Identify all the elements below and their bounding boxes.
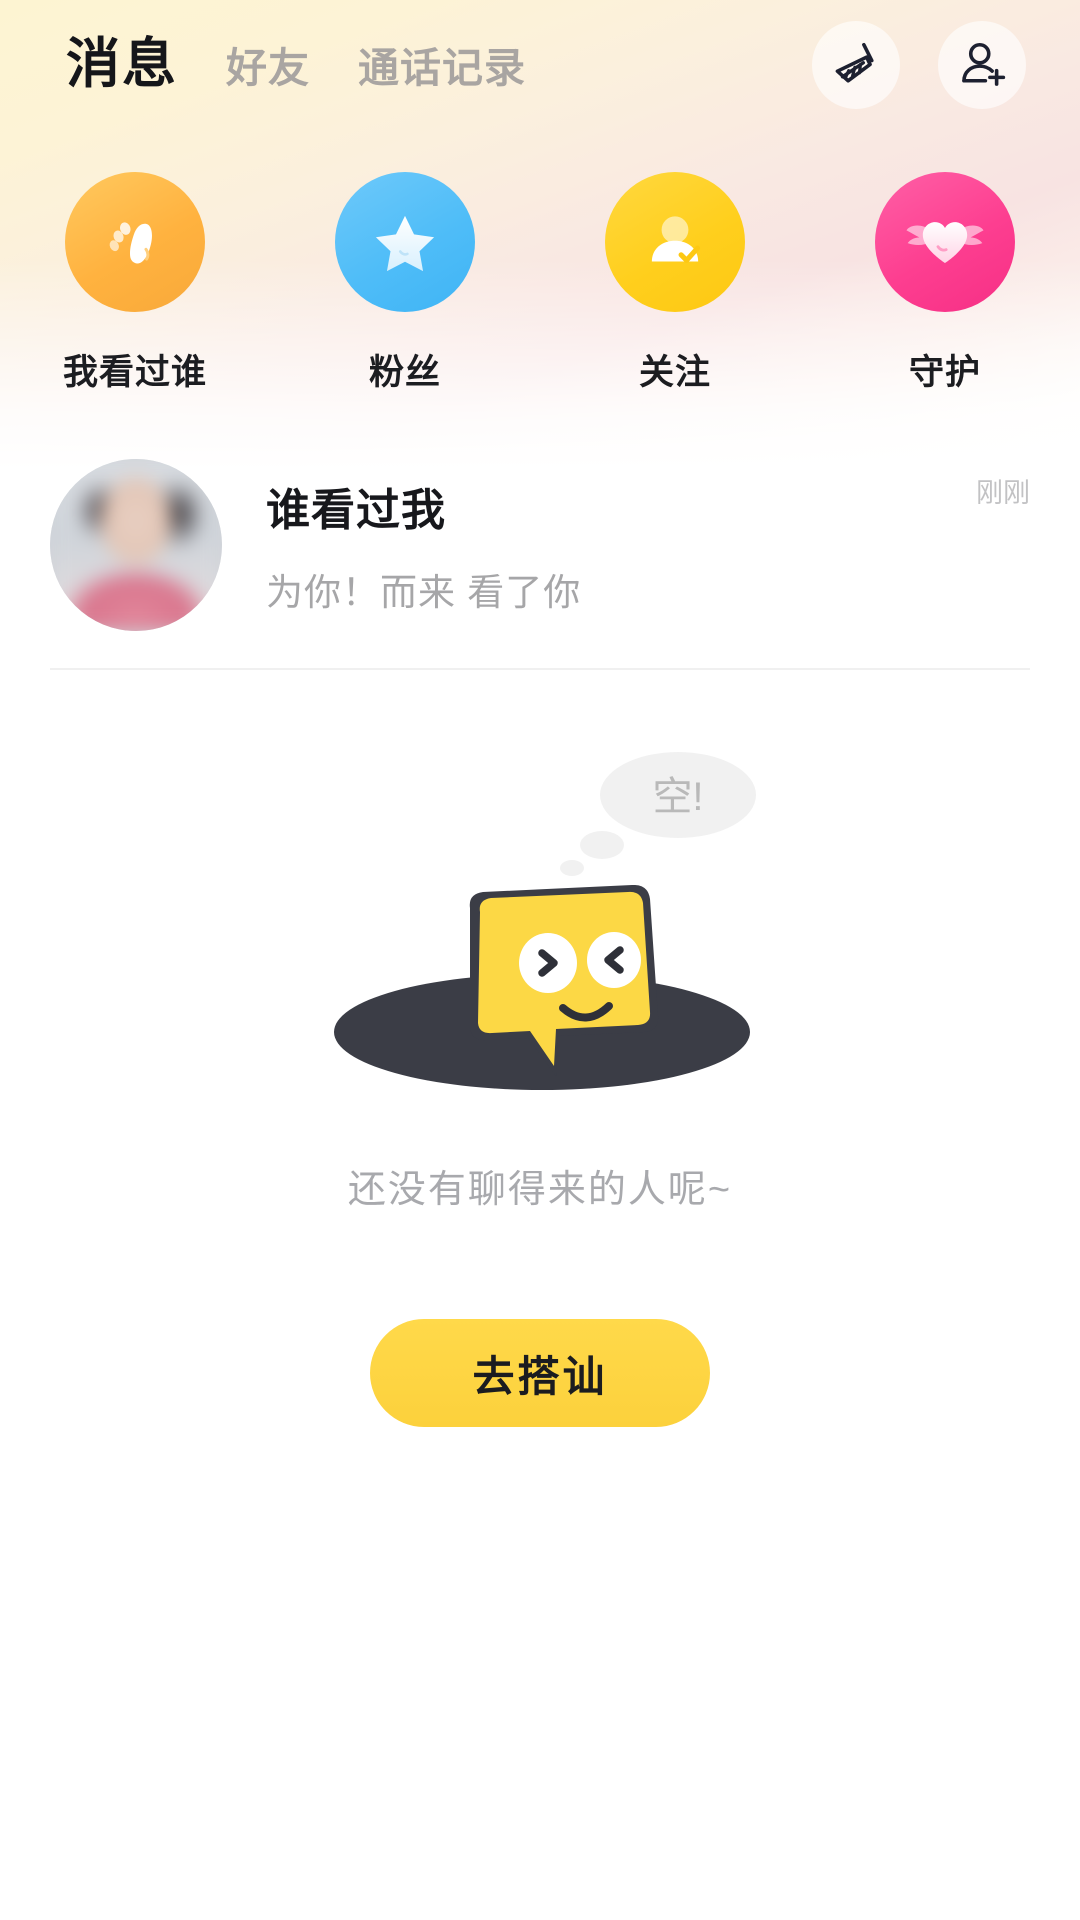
thought-bubble-small [560, 860, 584, 876]
top-navigation-bar: 消息 好友 通话记录 [0, 0, 1080, 130]
empty-illustration: 空! [334, 752, 756, 1090]
message-title: 谁看过我 [266, 486, 446, 535]
message-texts: 谁看过我 为你！而来 看了你 [222, 474, 976, 616]
star-icon [375, 215, 435, 272]
tab-friends[interactable]: 好友 [226, 48, 310, 91]
category-who-i-viewed[interactable]: 我看过谁 [0, 172, 270, 395]
message-subtitle: 为你！而来 看了你 [266, 572, 582, 613]
clear-messages-button[interactable] [812, 21, 900, 109]
person-check-icon [651, 216, 701, 263]
messages-screen: 消息 好友 通话记录 我看过谁 粉丝 关注 守护 谁看过我 为你！而来 看了你 … [0, 0, 1080, 1920]
add-user-icon [962, 42, 1006, 86]
list-divider [50, 668, 1030, 670]
category-label: 我看过谁 [62, 353, 207, 392]
category-icon-wrapper [875, 172, 1015, 312]
message-timestamp: 刚刚 [976, 478, 1030, 508]
broom-icon [835, 42, 874, 83]
tab-bar: 消息 好友 通话记录 [66, 37, 812, 93]
top-action-buttons [812, 21, 1026, 109]
category-icon-wrapper [335, 172, 475, 312]
thought-bubble-medium [580, 831, 624, 859]
category-fans[interactable]: 粉丝 [270, 172, 540, 395]
category-label: 粉丝 [368, 353, 441, 392]
tab-call-records[interactable]: 通话记录 [358, 48, 526, 91]
category-label: 守护 [908, 353, 981, 392]
thought-bubble-text: 空! [652, 775, 703, 819]
category-following[interactable]: 关注 [540, 172, 810, 395]
category-icon-wrapper [65, 172, 205, 312]
go-chat-button[interactable]: 去搭讪 [370, 1319, 710, 1427]
left-eye [519, 933, 577, 993]
avatar[interactable] [50, 459, 222, 631]
category-label: 关注 [638, 353, 711, 392]
empty-state-text: 还没有聊得来的人呢~ [347, 1169, 733, 1211]
category-shortcuts: 我看过谁 粉丝 关注 守护 [0, 172, 1080, 395]
winged-heart-icon [906, 222, 984, 263]
category-icon-wrapper [605, 172, 745, 312]
category-guardian[interactable]: 守护 [810, 172, 1080, 395]
avatar-image [50, 459, 222, 631]
empty-state: 空! 还没有聊得来的人呢~ 去搭讪 [0, 700, 1080, 1427]
message-list-item[interactable]: 谁看过我 为你！而来 看了你 刚刚 [0, 455, 1080, 635]
right-eye [587, 932, 641, 988]
tab-messages[interactable]: 消息 [66, 37, 178, 93]
footprint-icon [109, 222, 152, 264]
add-friend-button[interactable] [938, 21, 1026, 109]
